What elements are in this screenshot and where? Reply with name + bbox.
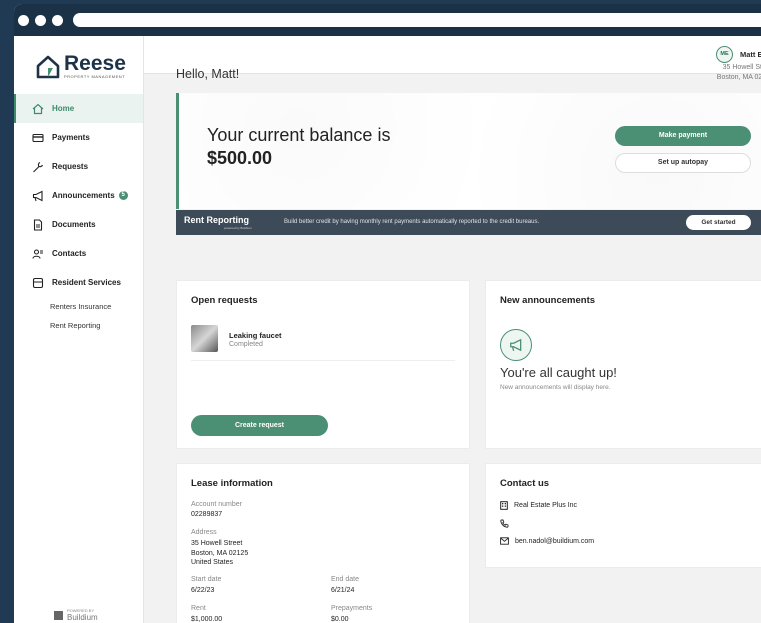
open-requests-title: Open requests	[191, 295, 258, 306]
announcement-count-badge: 5	[118, 191, 128, 200]
lease-information-card: Lease information Account number 0228983…	[176, 463, 470, 623]
browser-window: Reese PROPERTY MANAGEMENT Home Payments	[14, 4, 761, 623]
property-address-line1: 35 Howell Street	[722, 64, 761, 71]
credit-card-icon	[32, 132, 44, 144]
make-payment-button[interactable]: Make payment	[615, 126, 751, 146]
open-requests-card: Open requests Leaking faucet Completed C…	[176, 280, 470, 449]
request-title[interactable]: Leaking faucet	[229, 331, 282, 340]
address-line3: United States	[191, 559, 234, 566]
sidebar-nav: Home Payments Requests Announcements 5 D…	[14, 94, 143, 335]
rent-value: $1,000.00	[191, 616, 223, 623]
get-started-button[interactable]: Get started	[686, 215, 751, 230]
window-control[interactable]	[18, 14, 29, 26]
sidebar-subitem-rent-reporting[interactable]: Rent Reporting	[14, 316, 143, 335]
end-date-value: 6/21/24	[331, 587, 355, 594]
house-logo-icon	[36, 55, 60, 78]
address-label: Address	[191, 529, 217, 536]
sidebar-item-announcements[interactable]: Announcements 5	[14, 181, 143, 210]
address-bar[interactable]	[73, 13, 761, 27]
divider	[191, 360, 455, 361]
request-status: Completed	[229, 341, 263, 348]
rent-reporting-text: Build better credit by having monthly re…	[284, 219, 540, 225]
window-control[interactable]	[52, 14, 63, 26]
sidebar-item-documents[interactable]: Documents	[14, 210, 143, 239]
balance-card: Your current balance is $500.00 Make pay…	[176, 93, 761, 209]
sidebar-item-resident-services[interactable]: Resident Services	[14, 268, 143, 297]
services-icon	[32, 277, 44, 289]
window-control[interactable]	[35, 14, 46, 26]
setup-autopay-button[interactable]: Set up autopay	[615, 153, 751, 173]
mail-icon	[500, 537, 509, 545]
property-address: 35 Howell Street Boston, MA 02125	[674, 63, 761, 82]
sidebar-item-label: Announcements	[52, 191, 115, 200]
megaphone-icon	[500, 329, 532, 361]
address-line1: 35 Howell Street	[191, 540, 243, 547]
sidebar: Reese PROPERTY MANAGEMENT Home Payments	[14, 36, 144, 623]
contact-us-card: Contact us Real Estate Plus Inc ben.nado…	[485, 463, 761, 568]
logo[interactable]: Reese PROPERTY MANAGEMENT	[36, 52, 126, 79]
document-icon	[32, 218, 44, 231]
brand-name: Reese	[64, 52, 126, 75]
user-name[interactable]: Matt E	[740, 50, 761, 59]
page-greeting: Hello, Matt!	[176, 67, 240, 81]
announcements-empty-title: You're all caught up!	[500, 365, 617, 380]
rent-reporting-title: Rent Reporting	[184, 215, 249, 225]
contact-us-title: Contact us	[500, 478, 550, 489]
browser-chrome	[14, 4, 761, 36]
sidebar-item-label: Home	[52, 104, 75, 113]
brand-tagline: PROPERTY MANAGEMENT	[64, 74, 126, 79]
account-number-value: 02289837	[191, 511, 223, 518]
sidebar-item-home[interactable]: Home	[14, 94, 143, 123]
start-date-value: 6/22/23	[191, 587, 215, 594]
powered-by-buildium[interactable]: POWERED BY Buildium	[54, 608, 98, 622]
prepayments-value: $0.00	[331, 616, 349, 623]
property-address-line2: Boston, MA 02125	[716, 73, 761, 81]
sidebar-item-label: Resident Services	[52, 278, 121, 287]
rent-label: Rent	[191, 605, 206, 612]
buildium-logo-icon	[54, 610, 63, 620]
sidebar-item-contacts[interactable]: Contacts	[14, 239, 143, 268]
phone-icon	[500, 519, 509, 528]
announcements-card: New announcements You're all caught up! …	[485, 280, 761, 449]
sidebar-item-label: Payments	[52, 133, 90, 142]
prepayments-label: Prepayments	[331, 605, 373, 612]
balance-amount: $500.00	[207, 148, 273, 168]
sidebar-item-payments[interactable]: Payments	[14, 123, 143, 152]
sidebar-subitem-renters-insurance[interactable]: Renters Insurance	[14, 297, 143, 316]
sidebar-item-label: Documents	[52, 220, 96, 229]
announcements-empty-subtitle: New announcements will display here.	[500, 384, 611, 391]
rent-reporting-banner: Rent Reporting powered by Buildium Build…	[176, 210, 761, 235]
end-date-label: End date	[331, 576, 360, 583]
wrench-icon	[32, 161, 44, 173]
balance-label: Your current balance is	[207, 125, 391, 145]
sidebar-item-label: Requests	[52, 162, 89, 171]
announcements-title: New announcements	[500, 295, 596, 306]
logo-text: Reese PROPERTY MANAGEMENT	[64, 52, 126, 79]
account-number-label: Account number	[191, 501, 242, 508]
lease-information-title: Lease information	[191, 478, 273, 489]
sidebar-item-label: Contacts	[52, 249, 87, 258]
avatar[interactable]: ME	[716, 46, 733, 63]
contact-email-row[interactable]: ben.nadol@buildium.com	[500, 537, 594, 545]
megaphone-icon	[32, 190, 44, 202]
contact-email[interactable]: ben.nadol@buildium.com	[515, 538, 594, 545]
sidebar-item-requests[interactable]: Requests	[14, 152, 143, 181]
contact-company-row: Real Estate Plus Inc	[500, 501, 577, 510]
contacts-icon	[32, 248, 44, 260]
home-icon	[32, 103, 44, 115]
create-request-button[interactable]: Create request	[191, 415, 328, 436]
contact-phone-row[interactable]	[500, 519, 515, 528]
address-line2: Boston, MA 02125	[191, 549, 249, 557]
contact-company: Real Estate Plus Inc	[514, 502, 578, 509]
powered-by-name: Buildium	[67, 613, 98, 622]
rent-reporting-powered: powered by Buildium	[224, 226, 252, 230]
building-icon	[500, 501, 508, 510]
start-date-label: Start date	[191, 576, 222, 583]
request-thumbnail[interactable]	[191, 325, 218, 352]
